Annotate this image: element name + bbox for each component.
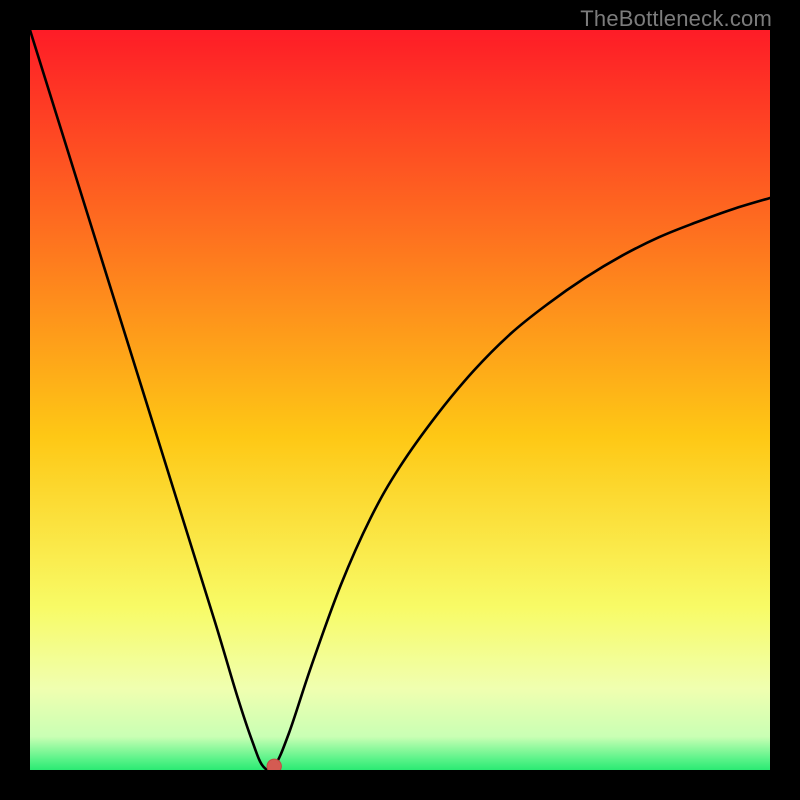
chart-frame	[30, 30, 770, 770]
optimal-point-marker	[267, 759, 281, 770]
chart-svg	[30, 30, 770, 770]
gradient-background	[30, 30, 770, 770]
watermark-text: TheBottleneck.com	[580, 6, 772, 32]
